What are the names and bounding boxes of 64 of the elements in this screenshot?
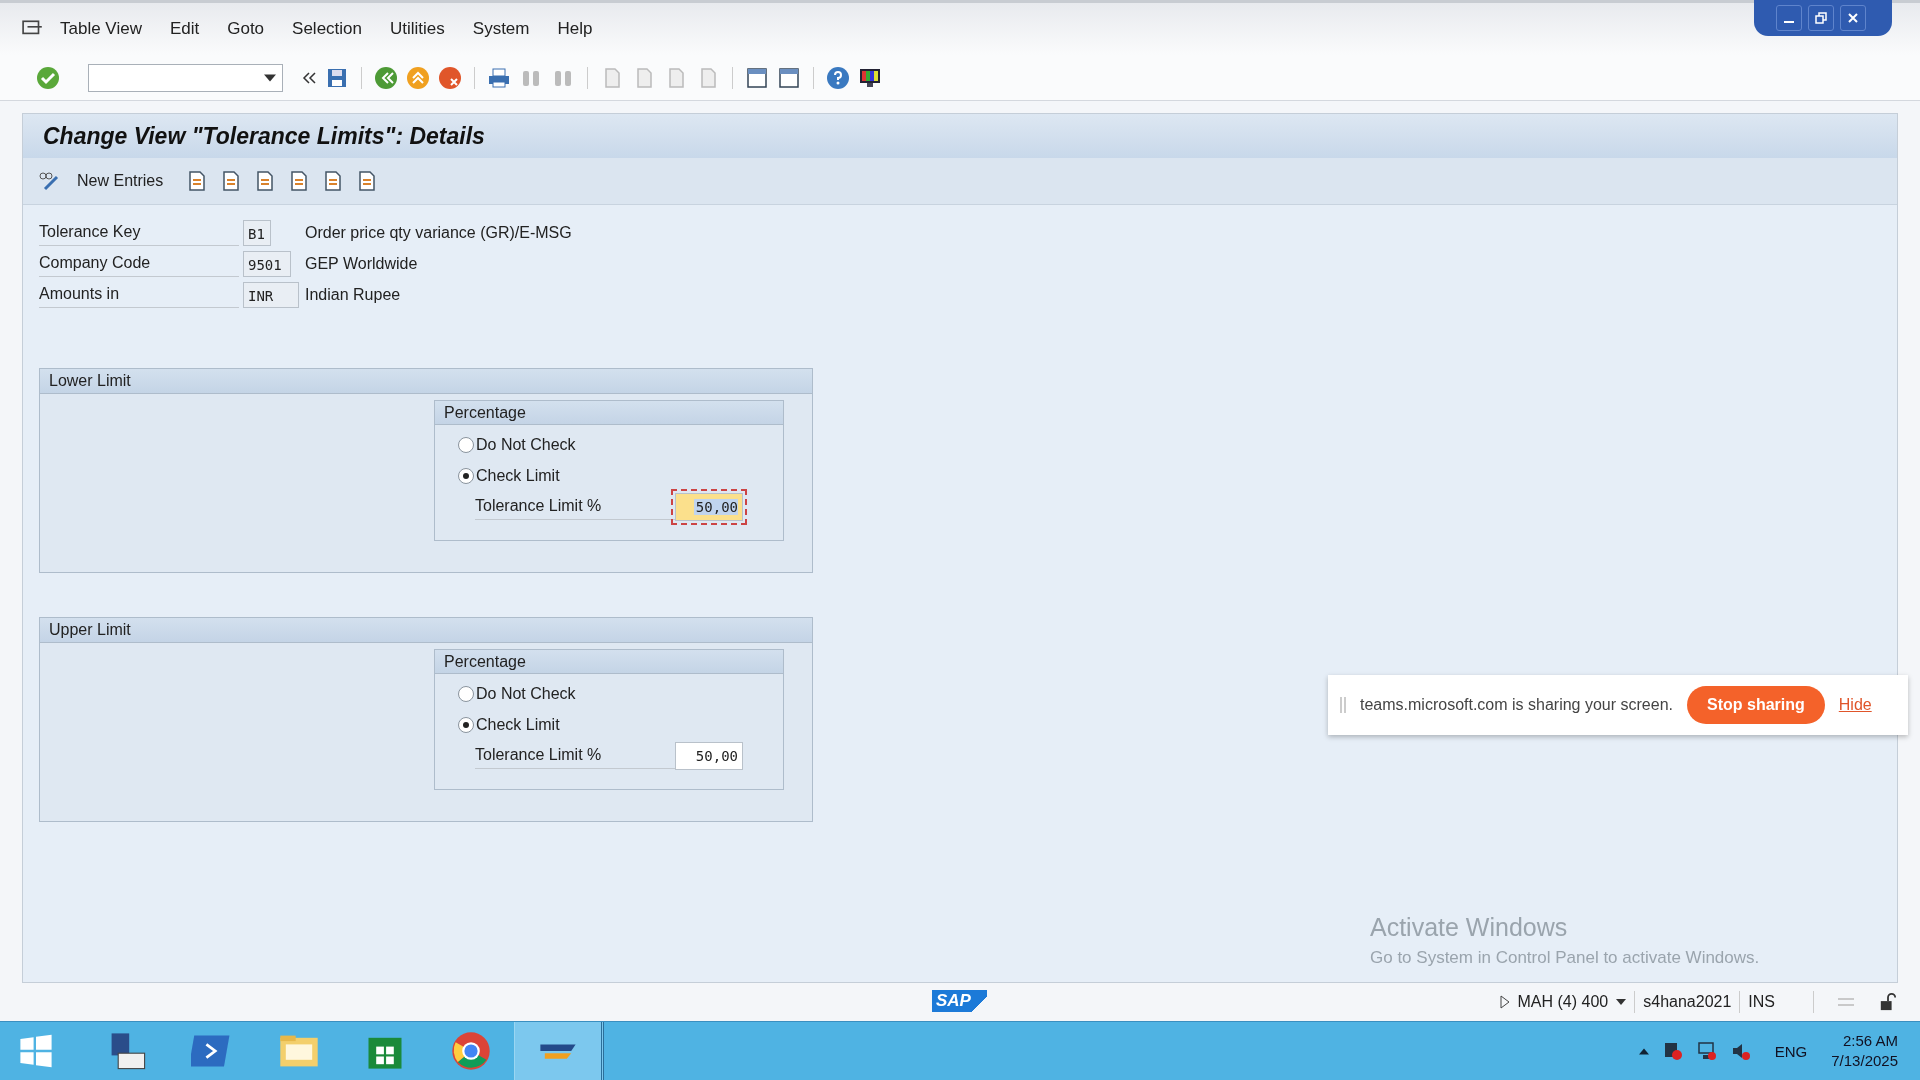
field-label: Amounts in <box>39 281 239 308</box>
field-label: Tolerance Key <box>39 219 239 246</box>
subgroup-title: Percentage <box>444 403 526 422</box>
radio-button[interactable] <box>458 436 474 453</box>
menu-item[interactable]: Help <box>557 19 593 39</box>
play-icon[interactable] <box>1499 995 1510 1009</box>
close-icon[interactable] <box>1840 5 1866 31</box>
command-field[interactable] <box>88 63 283 92</box>
screen-title: Change View "Tolerance Limits": Details <box>43 122 485 150</box>
print-icon[interactable] <box>487 65 511 90</box>
clock-time[interactable]: 2:56 AM <box>1842 1031 1898 1051</box>
collapse-icon[interactable] <box>301 69 317 86</box>
sap-logon-icon[interactable] <box>514 1022 604 1080</box>
cancel-icon[interactable] <box>438 65 462 90</box>
sap-logo: SAP <box>932 990 987 1012</box>
clock-date[interactable]: 7/13/2025 <box>1831 1051 1898 1071</box>
activation-title: Activate Windows <box>1370 913 1569 942</box>
glasses-pencil-icon[interactable] <box>37 169 61 193</box>
restore-icon[interactable] <box>1808 5 1834 31</box>
back-icon[interactable] <box>374 65 398 90</box>
menu-item[interactable]: Utilities <box>390 19 445 39</box>
activation-message: Go to System in Control Panel to activate Windows. <box>1370 948 1760 968</box>
radio-button[interactable] <box>458 467 474 484</box>
server-name: s4hana2021 <box>1643 993 1732 1011</box>
field-description: Indian Rupee <box>305 285 401 304</box>
field-label: Company Code <box>39 250 239 277</box>
radio-label[interactable]: Check Limit <box>476 715 560 734</box>
hide-link[interactable]: Hide <box>1838 696 1872 714</box>
field-value: INR <box>243 281 299 308</box>
radio-button[interactable] <box>458 685 474 702</box>
menu-item[interactable]: Table View <box>60 19 142 39</box>
drag-handle-icon[interactable] <box>1340 697 1346 713</box>
menu-item[interactable]: Goto <box>227 19 265 39</box>
subgroup-title: Percentage <box>444 652 526 671</box>
new-entries-button[interactable]: New Entries <box>71 168 170 194</box>
group-title: Lower Limit <box>49 372 131 390</box>
field-value: 9501 <box>243 250 291 277</box>
session-info: MAH (4) 400 <box>1517 993 1609 1011</box>
speaker-icon[interactable] <box>1730 1041 1751 1061</box>
network-icon[interactable] <box>1696 1041 1717 1061</box>
windows-start-icon[interactable] <box>18 1033 54 1069</box>
menu-item[interactable]: System <box>472 19 530 39</box>
menu-item[interactable]: Selection <box>292 19 362 39</box>
sharing-message: teams.microsoft.com is sharing your screen. <box>1360 696 1673 714</box>
enter-icon[interactable] <box>36 65 60 90</box>
radio-label[interactable]: Do Not Check <box>476 684 576 703</box>
unlock-icon[interactable] <box>1878 993 1898 1011</box>
caret-up-icon[interactable] <box>1638 1047 1649 1055</box>
input-mode: INS <box>1748 993 1775 1011</box>
language-indicator[interactable]: ENG <box>1774 1042 1808 1060</box>
help-icon[interactable] <box>826 65 850 90</box>
new-session-icon[interactable] <box>745 65 769 90</box>
shortcut-icon[interactable] <box>777 65 801 90</box>
field-value: B1 <box>243 219 271 246</box>
input-field[interactable]: 50,00 <box>675 741 743 770</box>
field-description: Order price qty variance (GR)/E-MSG <box>305 223 572 242</box>
radio-button[interactable] <box>458 716 474 733</box>
group-title: Upper Limit <box>49 621 131 639</box>
radio-label[interactable]: Do Not Check <box>476 435 576 454</box>
field-description: GEP Worldwide <box>305 254 418 273</box>
caret-icon[interactable] <box>264 73 276 82</box>
menu-item[interactable]: Edit <box>169 19 200 39</box>
radio-label[interactable]: Check Limit <box>476 466 560 485</box>
minimize-icon[interactable] <box>1776 5 1802 31</box>
